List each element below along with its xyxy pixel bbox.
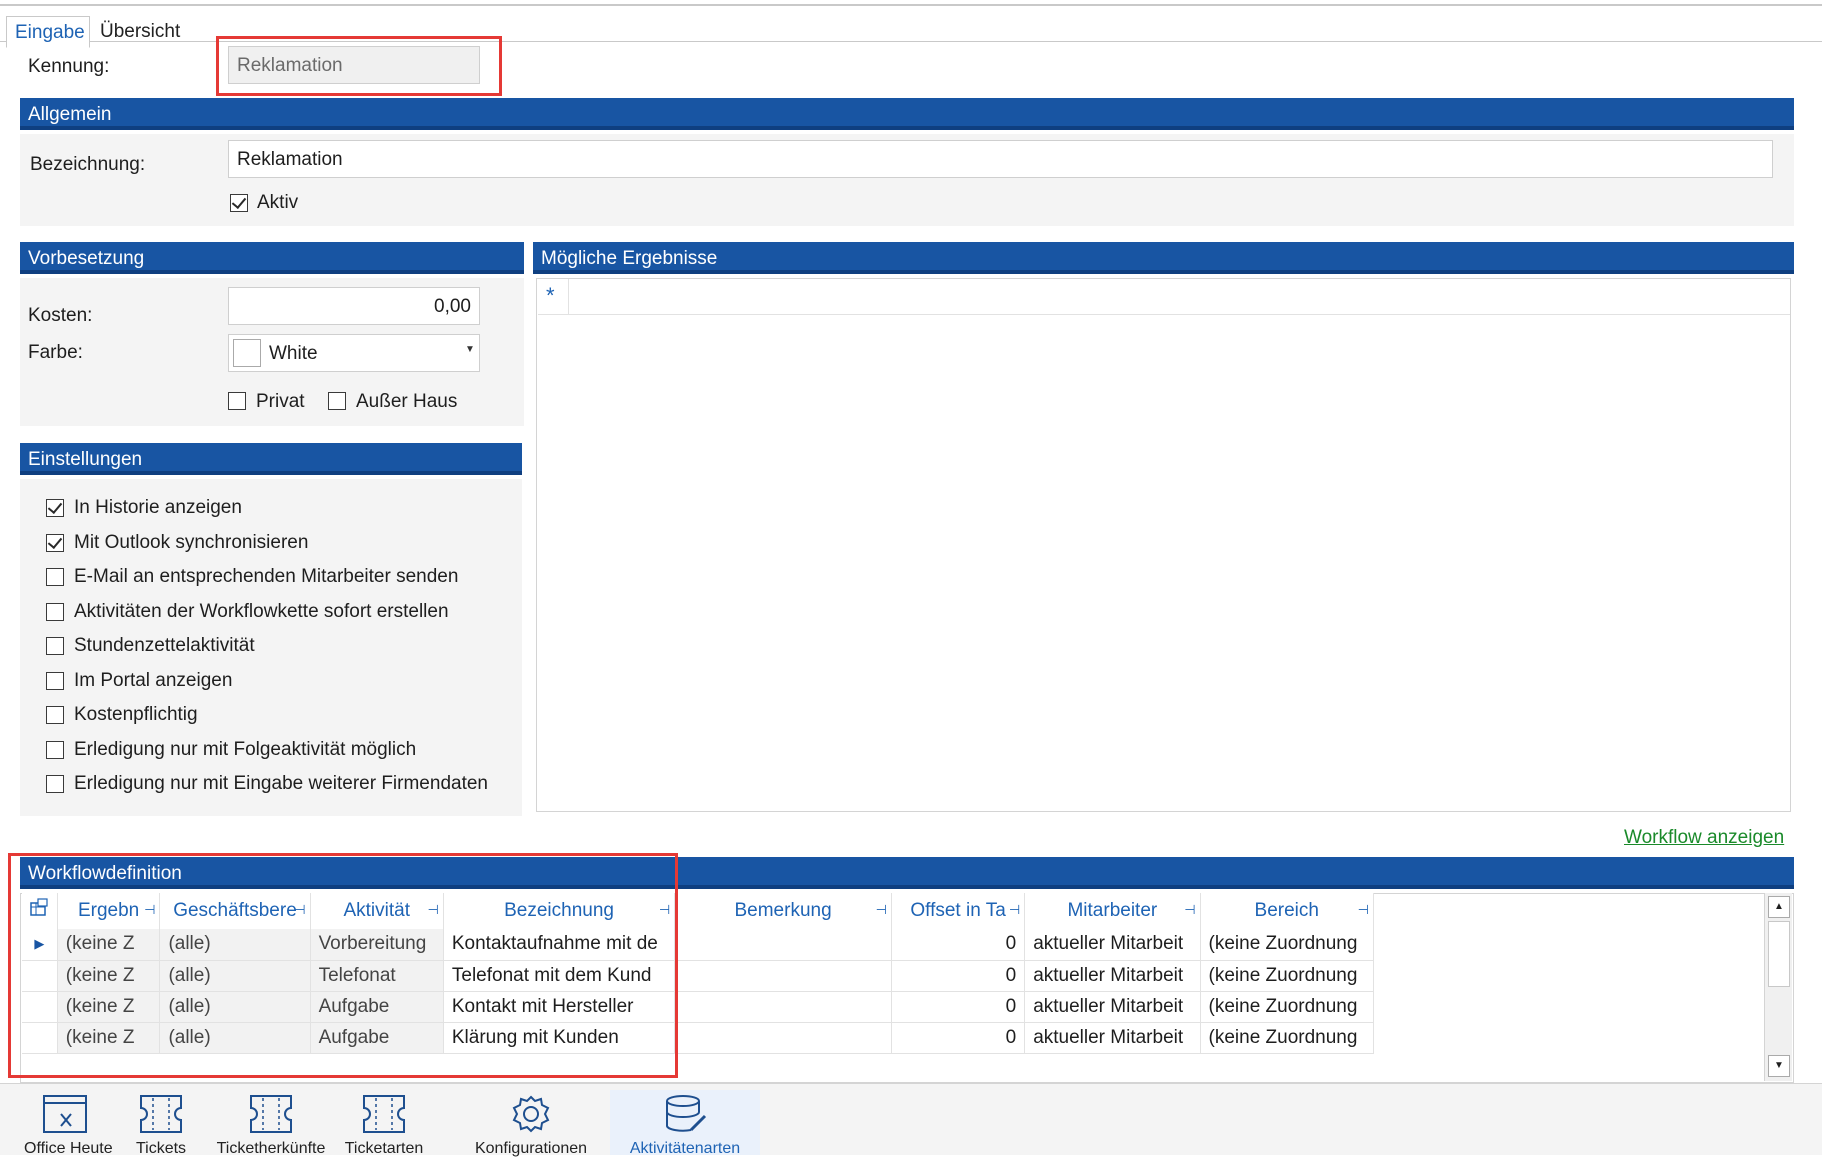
farbe-label: Farbe: — [28, 342, 83, 363]
tab-uebersicht[interactable]: Übersicht — [92, 16, 202, 48]
kennung-label: Kennung: — [28, 56, 110, 77]
einstellung-checkbox-2[interactable] — [46, 568, 64, 586]
einstellung-label-2: E-Mail an entsprechenden Mitarbeiter sen… — [74, 566, 459, 587]
kennung-field: Reklamation — [228, 46, 480, 84]
column-header-7[interactable]: Bereich ⊣ — [1200, 893, 1374, 929]
einstellung-label-7: Erledigung nur mit Folgeaktivität möglic… — [74, 738, 417, 760]
einstellung-label-4: Stundenzettelaktivität — [74, 635, 255, 656]
table-cell[interactable]: (keine Zuordnung — [1200, 1022, 1374, 1054]
tab-eingabe[interactable]: Eingabe — [6, 16, 90, 48]
column-header-label: Bereich — [1254, 900, 1319, 921]
table-cell[interactable]: 0 — [891, 1022, 1026, 1054]
table-cell[interactable]: (keine Zuordnung — [1200, 960, 1374, 992]
calendar-x-icon — [24, 1090, 106, 1138]
table-cell[interactable] — [674, 929, 892, 961]
ergebnisse-grid[interactable]: * — [536, 278, 1791, 812]
einstellung-label-1: Mit Outlook synchronisieren — [74, 531, 309, 553]
einstellung-checkbox-1[interactable] — [46, 533, 64, 552]
einstellung-checkbox-3[interactable] — [46, 602, 64, 621]
table-cell[interactable]: aktueller Mitarbeit — [1024, 991, 1201, 1023]
nav-item-label: Ticketherkünfte — [216, 1140, 326, 1157]
ticket-icon — [122, 1090, 200, 1138]
table-cell[interactable] — [674, 960, 892, 992]
nav-item-3[interactable]: Ticketarten — [338, 1090, 430, 1157]
ticket-icon — [206, 1090, 336, 1138]
einstellung-checkbox-0[interactable] — [46, 499, 64, 517]
ausser-haus-checkbox[interactable] — [328, 392, 346, 410]
column-header-4[interactable]: Bemerkung ⊣ — [674, 893, 892, 929]
row-indicator-divider — [568, 279, 569, 315]
table-cell[interactable]: aktueller Mitarbeit — [1024, 960, 1201, 992]
table-cell[interactable]: 0 — [891, 929, 1026, 961]
einstellung-checkbox-6[interactable] — [46, 706, 64, 724]
nav-item-4[interactable]: Konfigurationen — [464, 1090, 598, 1157]
einstellung-checkbox-7[interactable] — [46, 740, 64, 759]
scroll-up-icon[interactable]: ▲ — [1768, 896, 1790, 918]
table-cell[interactable] — [674, 1022, 892, 1054]
table-cell[interactable]: (keine Zuordnung — [1200, 929, 1374, 961]
einstellung-checkbox-4[interactable] — [46, 637, 64, 655]
einstellung-checkbox-5[interactable] — [46, 671, 64, 690]
kosten-input[interactable]: 0,00 — [228, 287, 480, 325]
nav-item-5[interactable]: Aktivitätenarten — [610, 1090, 760, 1157]
einstellung-label-3: Aktivitäten der Workflowkette sofort ers… — [74, 600, 449, 622]
table-cell[interactable]: (keine Zuordnung — [1200, 991, 1374, 1023]
ergebnisse-new-row[interactable]: * — [538, 279, 1790, 315]
table-cell[interactable] — [674, 991, 892, 1023]
nav-item-0[interactable]: Office Heute — [24, 1090, 113, 1157]
einstellung-label-6: Kostenpflichtig — [74, 704, 198, 725]
gear-icon — [464, 1090, 598, 1138]
einstellungen-header: Einstellungen — [20, 443, 522, 475]
workflow-scrollbar[interactable]: ▲ ▼ — [1764, 893, 1792, 1081]
nav-item-label: Ticketarten — [344, 1140, 424, 1157]
bezeichnung-label: Bezeichnung: — [30, 154, 146, 175]
new-row-marker: * — [546, 283, 555, 308]
column-header-label: Mitarbeiter — [1067, 900, 1158, 921]
pin-icon[interactable]: ⊣ — [1184, 902, 1195, 918]
aktiv-checkbox[interactable] — [230, 194, 248, 212]
nav-item-1[interactable]: Tickets — [122, 1090, 200, 1157]
scroll-thumb[interactable] — [1768, 921, 1790, 987]
column-header-label: Offset in Ta — [910, 900, 1006, 921]
allgemein-header: Allgemein — [20, 98, 1794, 130]
aktiv-label: Aktiv — [257, 192, 299, 213]
pin-icon[interactable]: ⊣ — [876, 902, 887, 918]
chevron-down-icon[interactable]: ▼ — [465, 344, 475, 355]
nav-item-label: Office Heute — [24, 1140, 113, 1157]
nav-item-2[interactable]: Ticketherkünfte — [206, 1090, 336, 1157]
farbe-select[interactable]: White ▼ — [228, 334, 480, 372]
nav-item-label: Aktivitätenarten — [629, 1140, 741, 1157]
einstellung-checkbox-8[interactable] — [46, 775, 64, 793]
pin-icon[interactable]: ⊣ — [1358, 902, 1369, 918]
kosten-label: Kosten: — [28, 305, 93, 326]
ergebnisse-header: Mögliche Ergebnisse — [533, 242, 1794, 274]
column-header-5[interactable]: Offset in Ta ⊣ — [891, 893, 1026, 929]
column-header-6[interactable]: Mitarbeiter ⊣ — [1024, 893, 1201, 929]
ticket-icon — [338, 1090, 430, 1138]
table-cell[interactable]: 0 — [891, 991, 1026, 1023]
workflow-anzeigen-link[interactable]: Workflow anzeigen — [1624, 827, 1784, 849]
nav-item-label: Konfigurationen — [474, 1140, 588, 1157]
table-cell[interactable]: aktueller Mitarbeit — [1024, 929, 1201, 961]
privat-label: Privat — [256, 391, 305, 412]
scroll-down-icon[interactable]: ▼ — [1768, 1055, 1790, 1077]
pin-icon[interactable]: ⊣ — [1009, 902, 1020, 918]
einstellung-label-5: Im Portal anzeigen — [74, 669, 233, 691]
database-edit-icon — [610, 1090, 760, 1138]
ausser-haus-label: Außer Haus — [356, 391, 458, 412]
table-cell[interactable]: 0 — [891, 960, 1026, 992]
privat-checkbox[interactable] — [228, 392, 246, 410]
column-header-label: Bemerkung — [734, 900, 832, 921]
vorbesetzung-header: Vorbesetzung — [20, 242, 524, 274]
bezeichnung-input[interactable]: Reklamation — [228, 140, 1773, 178]
workflow-highlight — [8, 853, 678, 1078]
einstellung-label-8: Erledigung nur mit Eingabe weiterer Firm… — [74, 773, 488, 794]
nav-item-label: Tickets — [135, 1140, 187, 1157]
farbe-value: White — [269, 343, 318, 364]
color-swatch — [233, 339, 261, 367]
einstellung-label-0: In Historie anzeigen — [74, 497, 242, 518]
table-cell[interactable]: aktueller Mitarbeit — [1024, 1022, 1201, 1054]
